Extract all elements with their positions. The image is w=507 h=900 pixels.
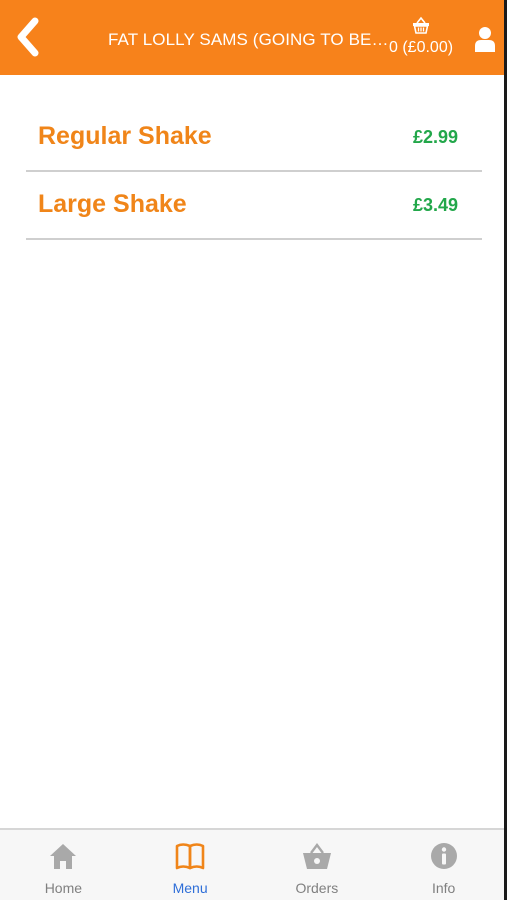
menu-item-price: £2.99 xyxy=(412,127,458,147)
info-icon xyxy=(430,843,457,869)
home-icon xyxy=(50,844,77,869)
bottom-nav: Home Menu Orders Info xyxy=(0,828,507,900)
nav-item-home[interactable]: Home xyxy=(0,830,127,900)
app-header: FAT LOLLY SAMS (GOING TO BE FAT LOLLY SA… xyxy=(0,0,507,75)
nav-label-orders: Orders xyxy=(295,880,339,896)
nav-label-info: Info xyxy=(431,880,456,896)
chevron-left-icon xyxy=(17,17,39,57)
basket-summary: 0 (£0.00) xyxy=(389,39,454,56)
nav-item-info[interactable]: Info xyxy=(380,830,507,900)
user-button[interactable] xyxy=(470,22,500,56)
basket-icon xyxy=(413,16,429,34)
user-icon xyxy=(475,27,495,52)
book-icon xyxy=(175,843,205,870)
basket-button[interactable]: 0 (£0.00) xyxy=(387,14,455,60)
menu-item-name: Large Shake xyxy=(38,190,187,218)
menu-item[interactable]: Regular Shake £2.99 xyxy=(26,104,482,172)
menu-item-name: Regular Shake xyxy=(38,122,212,150)
nav-item-orders[interactable]: Orders xyxy=(254,830,381,900)
menu-item-price: £3.49 xyxy=(412,195,458,215)
menu-item[interactable]: Large Shake £3.49 xyxy=(26,172,482,240)
nav-label-home: Home xyxy=(44,880,83,896)
nav-item-menu[interactable]: Menu xyxy=(127,830,254,900)
nav-label-menu: Menu xyxy=(172,880,208,896)
page-title: FAT LOLLY SAMS (GOING TO BE FAT LOLLY SA… xyxy=(108,30,393,49)
back-button[interactable] xyxy=(8,14,48,60)
menu-list: Regular Shake £2.99 Large Shake £3.49 xyxy=(26,104,482,240)
basket-icon xyxy=(302,843,331,869)
